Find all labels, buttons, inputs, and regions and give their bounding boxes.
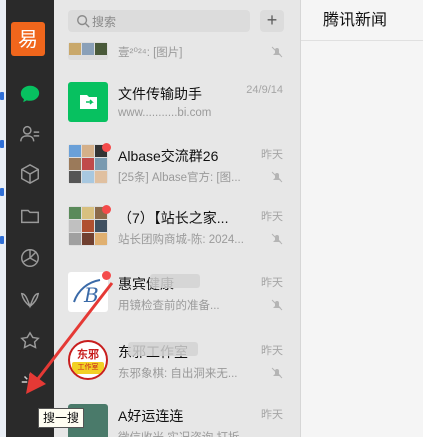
chat-name: A好运连连 [118,408,184,424]
chat-name: 文件传输助手 [118,86,202,102]
chat-message: 壹²⁰²⁴: [图片] [118,47,183,59]
sidebar: 易 [6,0,54,437]
mute-icon [271,299,283,311]
chat-time: 昨天 [261,149,283,161]
chat-time: 昨天 [261,345,283,357]
search-one-search-icon[interactable] [16,368,44,396]
chat-time: 昨天 [261,277,283,289]
user-avatar[interactable]: 易 [11,22,45,56]
chat-item[interactable]: 壹²⁰²⁴: [图片] [54,30,300,68]
chat-message: 站长团购商城-陈: 2024... [118,234,244,246]
mute-icon [271,46,283,58]
chat-item[interactable]: Albase交流群26 [25条] Albase官方: [图... 昨天 [54,134,300,196]
chat-time: 昨天 [261,211,283,223]
chat-message: www...........bi.com [118,107,212,119]
miniprogram-icon[interactable] [16,328,44,356]
mute-icon [271,367,283,379]
svg-text:B: B [83,283,99,307]
conversation-panel: 腾讯新闻 [301,0,423,437]
chat-name: （7）【站长之家... [118,210,229,226]
chat-list-panel: 搜索 + 壹²⁰²⁴: [图片] 文件传输助手 www...........bi… [54,0,301,437]
chat-message: 微信收米 实况咨询 打折 [118,429,266,437]
search-placeholder: 搜索 [92,15,117,29]
unread-dot [102,143,111,152]
privacy-blur [150,274,200,288]
wechat-window: 易 搜索 + 壹²⁰²⁴: [图片] 文件传输助手 www...........… [0,0,423,437]
mute-icon [271,171,283,183]
contacts-icon[interactable] [16,120,44,148]
unread-dot [102,271,111,280]
chat-item[interactable]: （7）【站长之家... 站长团购商城-陈: 2024... 昨天 [54,196,300,258]
chat-time: 昨天 [261,409,283,421]
chat-avatar [68,42,108,60]
conversation-title: 腾讯新闻 [323,12,388,29]
chat-message: 用镜检查前的准备... [118,300,220,312]
chat-item[interactable]: B 惠宾健康 用镜检查前的准备... 昨天 [54,262,300,324]
add-button[interactable]: + [260,10,284,32]
dongxie-logo-avatar: 东邪 工作室 [68,340,108,380]
chat-icon[interactable] [16,80,44,108]
chat-item[interactable]: A好运连连 微信收米 实况咨询 打折 昨天 [54,394,300,437]
chat-item[interactable]: 文件传输助手 www...........bi.com 24/9/14 [54,72,300,134]
chat-time: 24/9/14 [246,84,283,96]
file-transfer-avatar [68,82,108,122]
chat-message: 东邪象棋: 自出洞来无... [118,368,238,380]
chat-item[interactable]: 东邪 工作室 东邪工作室 东邪象棋: 自出洞来无... 昨天 [54,330,300,392]
chat-message: [25条] Albase官方: [图... [118,172,241,184]
privacy-blur [128,342,198,356]
mute-icon [271,233,283,245]
folder-icon[interactable] [16,202,44,230]
channels-icon[interactable] [16,286,44,314]
tooltip: 搜一搜 [38,408,85,428]
header-divider [301,40,423,41]
search-icon [77,15,90,28]
search-input[interactable]: 搜索 [68,10,250,32]
moments-icon[interactable] [16,244,44,272]
box-icon[interactable] [16,160,44,188]
unread-dot [102,205,111,214]
chat-name: Albase交流群26 [118,148,219,164]
